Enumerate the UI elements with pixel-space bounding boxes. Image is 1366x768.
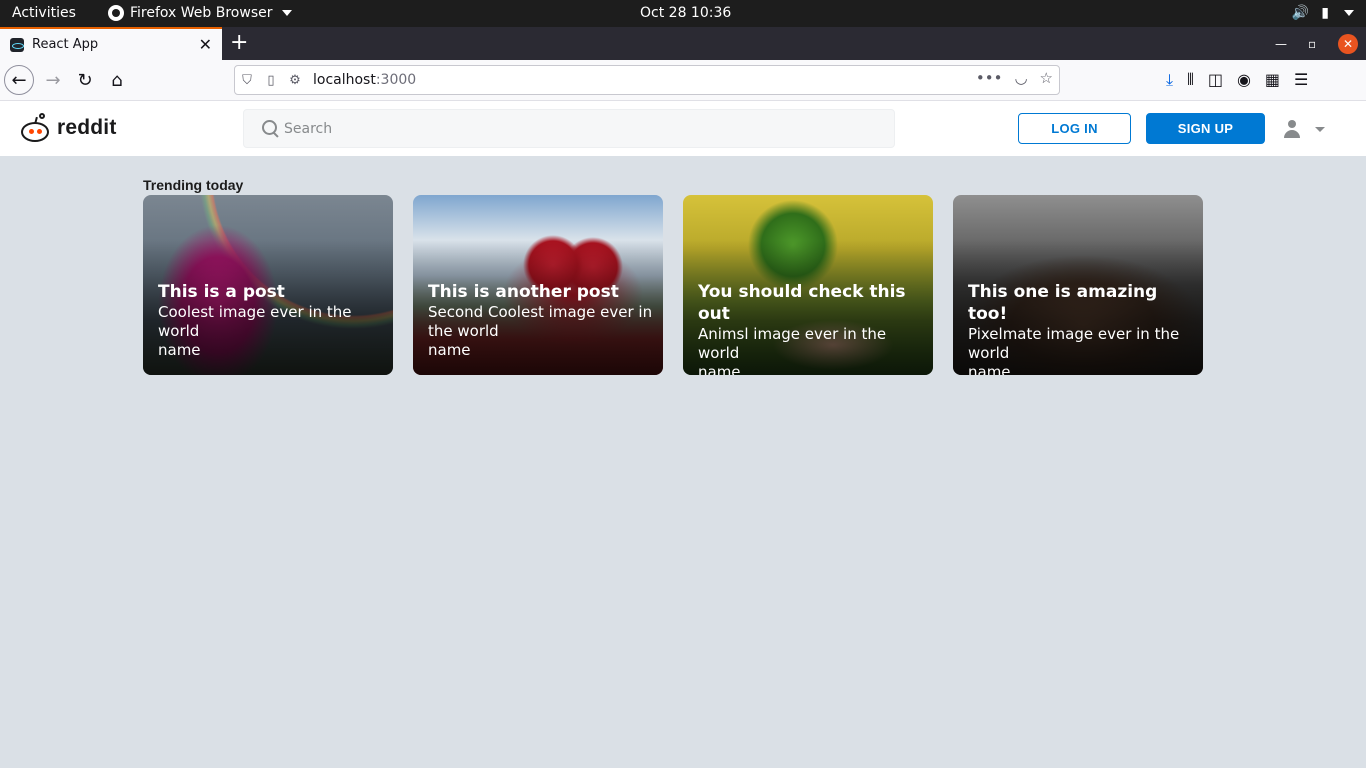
user-icon xyxy=(1283,120,1301,138)
forward-icon[interactable]: → xyxy=(38,65,68,95)
tab-react-app[interactable]: React App ✕ xyxy=(0,27,222,60)
menu-icon[interactable]: ☰ xyxy=(1294,70,1308,90)
bookmark-star-icon[interactable]: ☆ xyxy=(1040,69,1053,87)
trending-card[interactable]: You should check this out Animsl image e… xyxy=(683,195,933,375)
trending-card[interactable]: This one is amazing too! Pixelmate image… xyxy=(953,195,1203,375)
page-icon: ▯ xyxy=(267,72,275,88)
minimize-icon[interactable]: — xyxy=(1275,27,1287,60)
trending-card[interactable]: This is another post Second Coolest imag… xyxy=(413,195,663,375)
card-name: name xyxy=(968,363,1011,375)
card-subtitle: Coolest image ever in the world xyxy=(158,303,352,340)
more-icon[interactable]: ••• xyxy=(976,69,1003,87)
close-icon: ✕ xyxy=(1338,33,1358,54)
clock[interactable]: Oct 28 10:36 xyxy=(640,5,731,21)
url-actions: ••• ◡ ☆ xyxy=(976,69,1053,87)
user-dropdown[interactable] xyxy=(1283,117,1333,141)
download-icon[interactable]: ⤓ xyxy=(1166,70,1173,90)
reload-icon[interactable]: ↻ xyxy=(70,65,100,95)
reddit-logo[interactable]: reddit xyxy=(19,112,117,144)
react-favicon-icon xyxy=(10,37,24,52)
firefox-icon xyxy=(108,5,124,21)
window-close-button[interactable]: ✕ xyxy=(1338,27,1358,60)
account-icon[interactable]: ◉ xyxy=(1237,70,1251,90)
volume-icon: 🔊 xyxy=(1291,5,1310,21)
reddit-header: reddit LOG IN SIGN UP xyxy=(0,101,1366,156)
toolbar-right: ⤓ ⫴ ◫ ◉ ▦ ☰ xyxy=(1166,70,1308,90)
card-subtitle: Animsl image ever in the world xyxy=(698,325,887,362)
card-title: This is another post xyxy=(428,282,619,302)
extensions-icon[interactable]: ▦ xyxy=(1265,70,1280,90)
tab-strip: React App ✕ + — ▫ ✕ xyxy=(0,27,1366,60)
url-port: :3000 xyxy=(375,72,417,88)
system-tray[interactable]: 🔊 ▮ xyxy=(1292,5,1354,21)
app-menu-label: Firefox Web Browser xyxy=(130,5,273,21)
activities-button[interactable]: Activities xyxy=(12,5,76,21)
brand-wordmark: reddit xyxy=(57,116,117,139)
snoo-icon xyxy=(19,112,51,144)
card-name: name xyxy=(158,341,201,359)
caret-down-icon xyxy=(1344,10,1354,16)
sidebar-icon[interactable]: ◫ xyxy=(1208,70,1223,90)
nav-bar: ← → ↻ ⌂ ⛉ ▯ ⚙ localhost:3000 ••• ◡ ☆ ⤓ ⫴… xyxy=(0,60,1366,101)
tab-close-icon[interactable]: ✕ xyxy=(199,35,212,54)
card-subtitle: Second Coolest image ever in the world xyxy=(428,303,653,340)
trending-heading: Trending today xyxy=(143,177,244,193)
trending-cards: This is a post Coolest image ever in the… xyxy=(143,195,1203,375)
battery-icon: ▮ xyxy=(1321,5,1329,21)
card-subtitle: Pixelmate image ever in the world xyxy=(968,325,1180,362)
os-top-bar: Activities Firefox Web Browser Oct 28 10… xyxy=(0,0,1366,27)
card-name: name xyxy=(698,363,741,375)
trending-card[interactable]: This is a post Coolest image ever in the… xyxy=(143,195,393,375)
card-title: This one is amazing too! xyxy=(968,282,1158,324)
maximize-icon[interactable]: ▫ xyxy=(1308,27,1316,60)
card-title: You should check this out xyxy=(698,282,906,324)
shield-icon[interactable]: ⛉ xyxy=(235,73,259,88)
tab-title: React App xyxy=(32,37,99,52)
library-icon[interactable]: ⫴ xyxy=(1187,70,1194,90)
chevron-down-icon xyxy=(1315,126,1325,132)
search-icon xyxy=(260,119,280,139)
search-input[interactable] xyxy=(284,120,864,137)
caret-down-icon xyxy=(281,10,292,16)
login-button[interactable]: LOG IN xyxy=(1018,113,1131,144)
permissions-icon[interactable]: ⚙ xyxy=(283,73,307,88)
card-title: This is a post xyxy=(158,282,285,302)
home-icon[interactable]: ⌂ xyxy=(102,65,132,95)
url-host: localhost xyxy=(313,72,376,88)
pocket-icon[interactable]: ◡ xyxy=(1014,69,1027,87)
new-tab-icon[interactable]: + xyxy=(230,30,248,55)
card-name: name xyxy=(428,341,471,359)
url-bar[interactable]: ⛉ ▯ ⚙ localhost:3000 ••• ◡ ☆ xyxy=(234,65,1060,95)
back-icon[interactable]: ← xyxy=(4,65,34,95)
app-menu[interactable]: Firefox Web Browser xyxy=(108,5,292,21)
search-box xyxy=(243,109,895,148)
signup-button[interactable]: SIGN UP xyxy=(1146,113,1265,144)
